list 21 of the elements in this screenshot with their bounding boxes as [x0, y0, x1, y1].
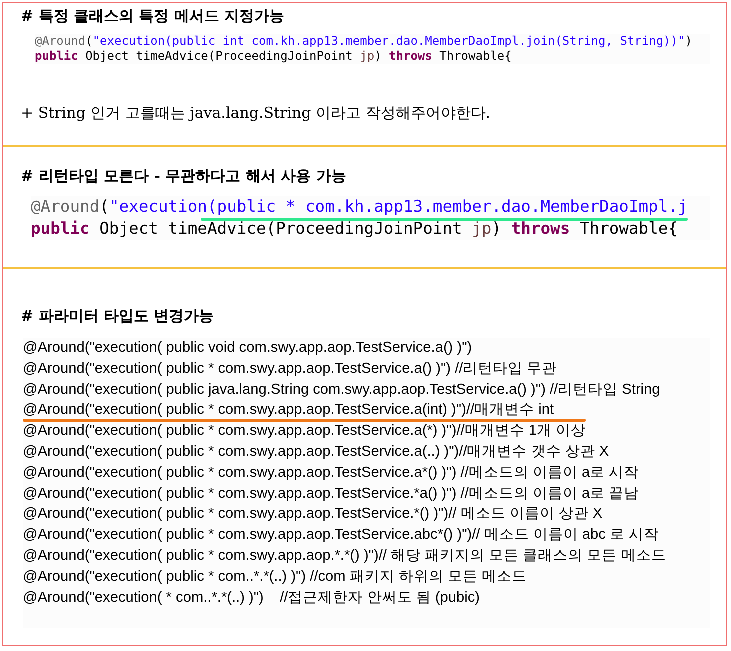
code-line: @Around("execution( public * com.swy.app.aop.TestService.abc*() )")// 메소드 이름이 abc 로 시작	[23, 526, 660, 546]
code-line: @Around("execution( public * com.swy.app.aop.TestService.*a() )") //메소드의 이름이 a로 끝남	[23, 484, 640, 504]
code-line: public Object timeAdvice(ProceedingJoinPoint jp) throws Throwable{	[35, 49, 512, 64]
code-line: @Around("execution(public int com.kh.app13.member.dao.MemberDaoImpl.join(String, String))")	[35, 34, 692, 49]
note-text: + String 인거 고를때는 java.lang.String 이라고 작성해주어야한다.	[21, 104, 491, 123]
code-line: @Around("execution(public * com.kh.app13.member.dao.MemberDaoImpl.j	[31, 196, 688, 218]
code-line: @Around("execution( public void com.swy.app.aop.TestService.a() )")	[23, 339, 472, 358]
code-line: @Around("execution( public * com.swy.app.aop.TestService.*() )")// 메소드 이름이 상관 X	[23, 505, 603, 524]
code-line: @Around("execution( public * com.swy.app.aop.TestService.a(*) )")//매개변수 1개 이상	[23, 422, 586, 442]
section-heading: # 리턴타입 모른다 - 무관하다고 해서 사용 가능	[21, 167, 346, 186]
code-line: @Around("execution( * com..*.*(..) )") //접근제한자 안써도 됨 (pubic)	[23, 588, 480, 608]
code-line: @Around("execution( public * com.swy.app.aop.TestService.a(int) )")//매개변수 int	[23, 401, 554, 420]
code-line: @Around("execution( public * com.swy.app.aop.TestService.a() )") //리턴타입 무관	[23, 360, 558, 379]
code-line: @Around("execution( public * com..*.*(..) )") //com 패키지 하위의 모든 메소드	[23, 568, 528, 587]
code-line: @Around("execution( public * com.swy.app.aop.*.*() )")// 해당 패키지의 모든 클래스의 모든 메소드	[23, 546, 666, 566]
section-heading: # 특정 클래스의 특정 메서드 지정가능	[21, 7, 285, 26]
code-line: @Around("execution( public * com.swy.app.aop.TestService.a*() )") //메소드의 이름이 a로 시작	[23, 464, 640, 483]
code-line: @Around("execution( public java.lang.String com.swy.app.aop.TestService.a() )") //리턴타입 String	[23, 380, 660, 400]
code-line: @Around("execution( public * com.swy.app.aop.TestService.a(..) )")//매개변수 갯수 상관 X	[23, 442, 610, 462]
code-line: public Object timeAdvice(ProceedingJoinPoint jp) throws Throwable{	[31, 218, 678, 240]
section-heading: # 파라미터 타입도 변경가능	[21, 307, 214, 326]
